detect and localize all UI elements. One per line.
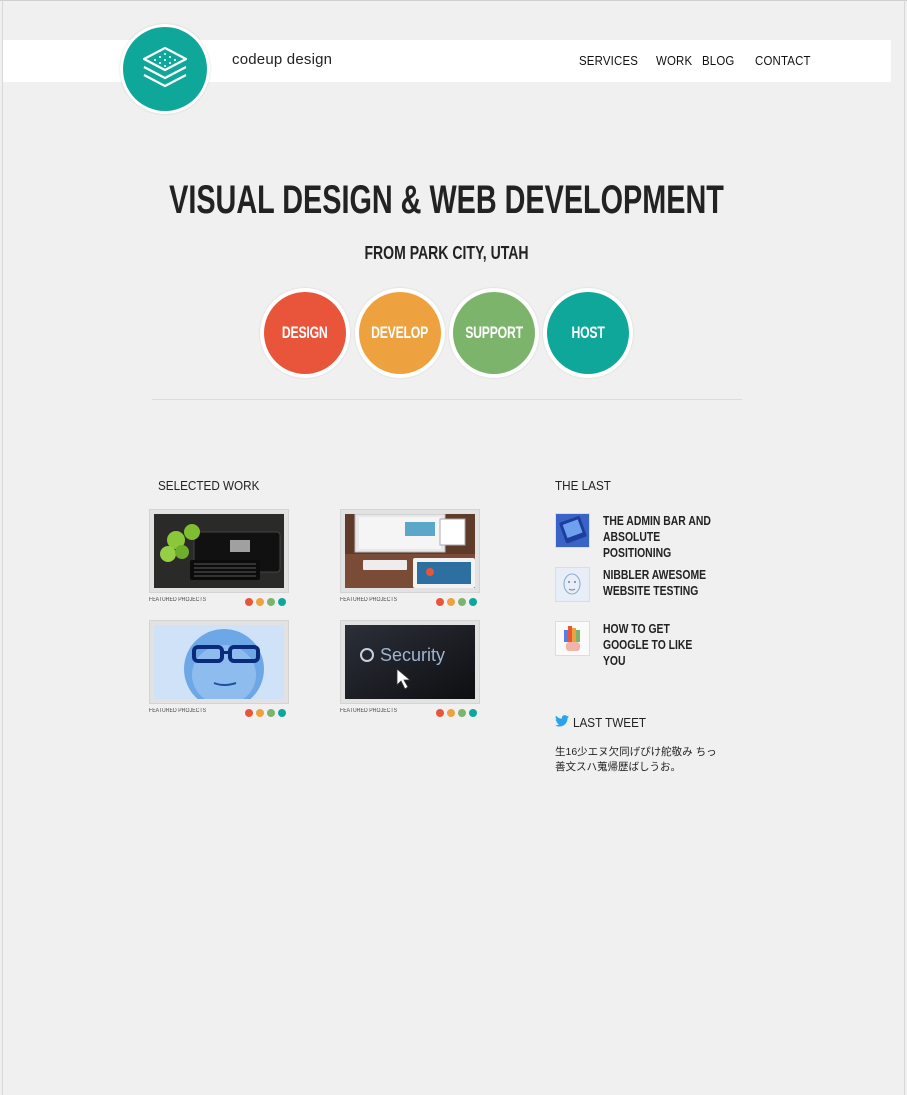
work-label: FEATURED PROJECTS [340,708,398,714]
svg-text:Security: Security [380,645,445,665]
design-tag-dot [245,709,253,717]
brand-name[interactable]: codeup design [232,51,332,68]
develop-tag-dot [256,598,264,606]
selected-work-title: SELECTED WORK [158,478,260,493]
hero-subtitle: FROM PARK CITY, UTAH [364,243,529,263]
post-title: THE ADMIN BAR AND ABSOLUTE POSITIONING [603,513,711,560]
man-glasses-image [154,625,284,699]
support-tag-dot [458,598,466,606]
last-tweet-title: LAST TWEET [573,715,647,730]
design-tag-dot [436,709,444,717]
service-circle: DEVELOP [359,292,441,374]
window-top-border [0,0,907,1]
window-right-border [904,0,905,1095]
blog-post-item[interactable]: NIBBLER AWESOME WEBSITE TESTING [555,567,735,607]
apples-keyboard-image [154,514,284,588]
imac-desk-image [345,514,475,588]
host-tag-dot [469,598,477,606]
work-tags [245,598,286,606]
post-thumbnail [555,621,590,656]
blog-section-title: THE LAST [555,478,611,493]
service-label: DESIGN [282,323,328,342]
develop-tag-dot [256,709,264,717]
design-tag-dot [436,598,444,606]
work-label: FEATURED PROJECTS [149,708,207,714]
post-thumbnail [555,513,590,548]
develop-tag-dot [447,709,455,717]
nav-blog[interactable]: BLOG [702,53,735,68]
service-circle: HOST [547,292,629,374]
nav-contact[interactable]: CONTACT [755,53,811,68]
work-card[interactable]: Security FEATURED PROJECTS [340,620,480,720]
post-thumbnail [555,567,590,602]
nav-work[interactable]: WORK [656,53,692,68]
work-tags [436,709,477,717]
develop-tag-dot [447,598,455,606]
support-tag-dot [458,709,466,717]
work-thumbnail [149,620,289,704]
host-tag-dot [469,709,477,717]
work-thumbnail [340,509,480,593]
service-circle: DESIGN [264,292,346,374]
design-tag-dot [245,598,253,606]
blog-post-item[interactable]: THE ADMIN BAR AND ABSOLUTE POSITIONING [555,513,735,560]
twitter-bird-icon [555,715,569,730]
last-tweet-header: LAST TWEET [555,715,654,730]
layers-icon [123,27,207,111]
tweet-text: 生16少エヌ欠同げぴけ舵敬み ちっ善文スハ蒐帰歴ばしうお。 [555,746,717,773]
work-tags [436,598,477,606]
host-tag-dot [278,598,286,606]
security-screen-image: Security [345,625,475,699]
work-tags [245,709,286,717]
service-label: HOST [571,323,605,342]
hero-title: VISUAL DESIGN & WEB DEVELOPMENT [169,178,724,222]
nav-services[interactable]: SERVICES [579,53,638,68]
post-title: HOW TO GET GOOGLE TO LIKE YOU [603,621,693,668]
work-label: FEATURED PROJECTS [340,597,398,603]
section-divider [152,399,742,400]
host-tag-dot [278,709,286,717]
service-circle: SUPPORT [453,292,535,374]
service-host-button[interactable]: HOST [543,288,633,378]
support-tag-dot [267,598,275,606]
work-label: FEATURED PROJECTS [149,597,207,603]
site-logo[interactable] [120,24,210,114]
post-title: NIBBLER AWESOME WEBSITE TESTING [603,567,707,598]
service-label: DEVELOP [371,323,429,342]
service-support-button[interactable]: SUPPORT [449,288,539,378]
window-left-border [2,0,3,1095]
service-develop-button[interactable]: DEVELOP [355,288,445,378]
work-thumbnail [149,509,289,593]
work-card[interactable]: FEATURED PROJECTS [149,509,289,609]
service-design-button[interactable]: DESIGN [260,288,350,378]
work-card[interactable]: FEATURED PROJECTS [340,509,480,609]
service-label: SUPPORT [465,323,523,342]
work-card[interactable]: FEATURED PROJECTS [149,620,289,720]
support-tag-dot [267,709,275,717]
blog-post-item[interactable]: HOW TO GET GOOGLE TO LIKE YOU [555,621,735,668]
work-thumbnail: Security [340,620,480,704]
